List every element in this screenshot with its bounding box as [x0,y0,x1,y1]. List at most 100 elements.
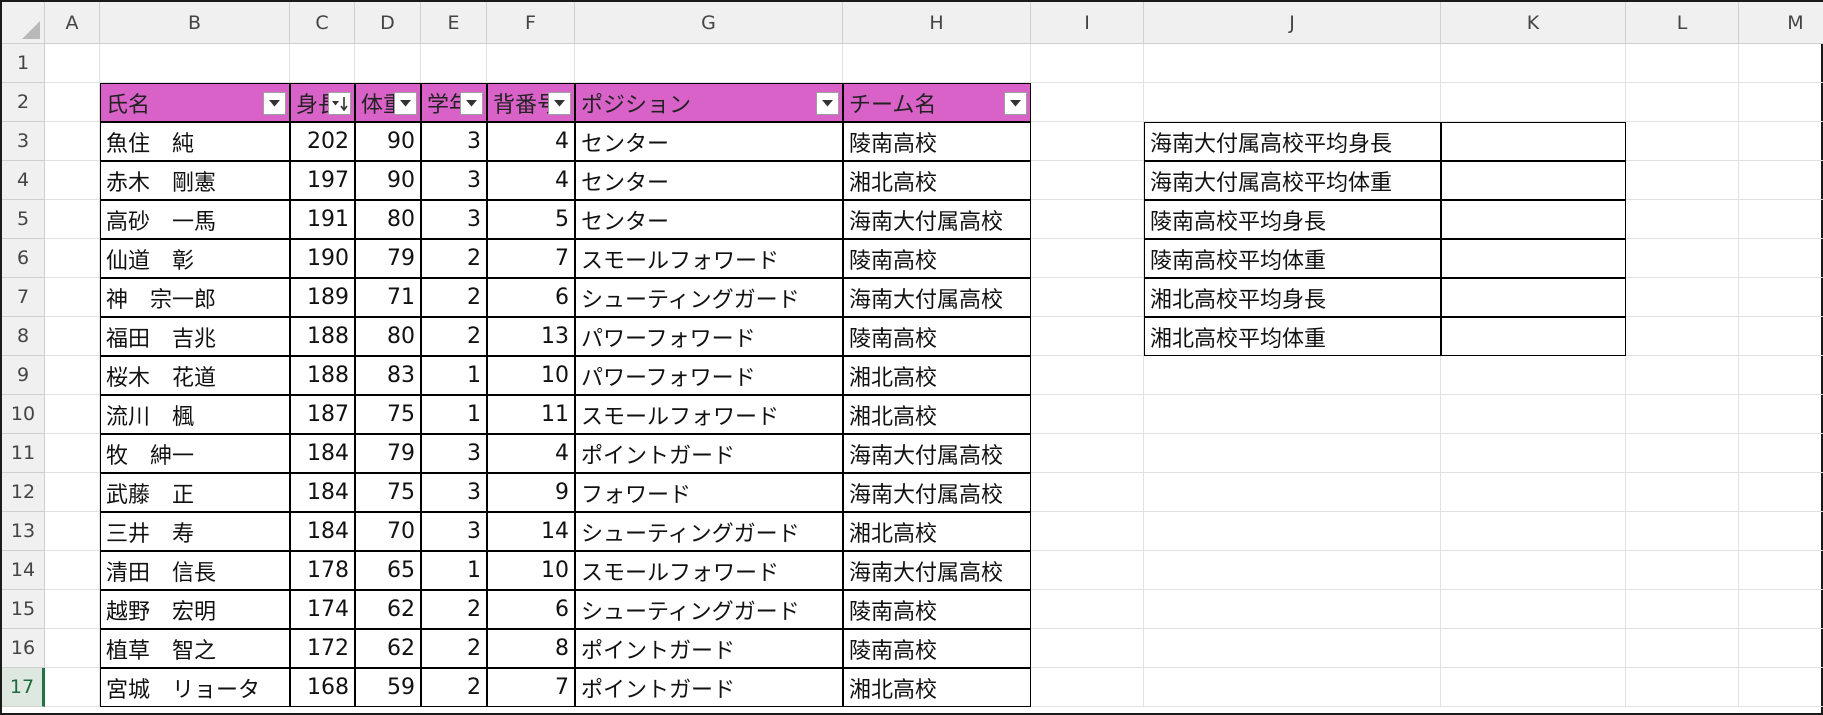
grid-cell[interactable] [1739,44,1823,83]
table-cell[interactable]: 6 [487,278,575,317]
table-cell[interactable]: 2 [421,629,487,668]
table-cell[interactable]: 10 [487,356,575,395]
table-cell[interactable]: 189 [290,278,355,317]
table-cell[interactable]: 14 [487,512,575,551]
table-cell[interactable]: 80 [355,317,421,356]
grid-cell[interactable] [1739,122,1823,161]
grid-cell[interactable] [1031,83,1144,122]
table-cell[interactable]: 3 [421,122,487,161]
summary-value-cell[interactable] [1441,161,1626,200]
table-cell[interactable]: 6 [487,590,575,629]
grid-cell[interactable] [1739,551,1823,590]
row-header-6[interactable]: 6 [2,239,45,278]
grid-cell[interactable] [1441,473,1626,512]
summary-label-cell[interactable]: 海南大付属高校平均体重 [1144,161,1441,200]
table-cell[interactable]: パワーフォワード [575,317,843,356]
filter-dropdown-icon[interactable] [394,92,417,115]
grid-cell[interactable] [1626,395,1739,434]
grid-cell[interactable] [1626,434,1739,473]
grid-cell[interactable] [1626,473,1739,512]
grid-cell[interactable] [1739,668,1823,707]
table-cell[interactable]: 4 [487,122,575,161]
grid-cell[interactable] [45,590,100,629]
table-cell[interactable]: 2 [421,278,487,317]
table-header-cell[interactable]: 学年 [421,83,487,122]
table-cell[interactable]: 海南大付属高校 [843,200,1031,239]
grid-cell[interactable] [100,44,290,83]
grid-cell[interactable] [1441,590,1626,629]
table-cell[interactable]: スモールフォワード [575,551,843,590]
grid-cell[interactable] [1441,434,1626,473]
row-header-13[interactable]: 13 [2,512,45,551]
grid-cell[interactable] [45,278,100,317]
grid-cell[interactable] [843,44,1031,83]
row-header-7[interactable]: 7 [2,278,45,317]
table-cell[interactable]: 79 [355,434,421,473]
table-cell[interactable]: フォワード [575,473,843,512]
grid-cell[interactable] [1441,668,1626,707]
table-cell[interactable]: 赤木 剛憲 [100,161,290,200]
grid-cell[interactable] [1626,122,1739,161]
filter-dropdown-icon[interactable] [816,92,839,115]
table-cell[interactable]: 62 [355,629,421,668]
table-cell[interactable]: 172 [290,629,355,668]
table-cell[interactable]: 79 [355,239,421,278]
grid-cell[interactable] [1739,473,1823,512]
row-header-16[interactable]: 16 [2,629,45,668]
table-cell[interactable]: 海南大付属高校 [843,551,1031,590]
column-header-h[interactable]: H [843,2,1031,44]
row-header-3[interactable]: 3 [2,122,45,161]
grid-cell[interactable] [1031,668,1144,707]
table-cell[interactable]: 1 [421,395,487,434]
row-header-9[interactable]: 9 [2,356,45,395]
grid-cell[interactable] [1739,239,1823,278]
table-cell[interactable]: 62 [355,590,421,629]
table-header-cell[interactable]: ポジション [575,83,843,122]
column-header-k[interactable]: K [1441,2,1626,44]
grid-cell[interactable] [1031,317,1144,356]
grid-cell[interactable] [1626,278,1739,317]
table-cell[interactable]: 8 [487,629,575,668]
grid-cell[interactable] [45,239,100,278]
filter-dropdown-icon[interactable] [548,92,571,115]
column-header-i[interactable]: I [1031,2,1144,44]
grid-cell[interactable] [1031,590,1144,629]
table-cell[interactable]: 陵南高校 [843,239,1031,278]
grid-cell[interactable] [1626,512,1739,551]
grid-cell[interactable] [1739,356,1823,395]
table-cell[interactable]: 海南大付属高校 [843,473,1031,512]
row-header-15[interactable]: 15 [2,590,45,629]
table-cell[interactable]: 5 [487,200,575,239]
grid-cell[interactable] [1144,356,1441,395]
grid-cell[interactable] [45,356,100,395]
grid-cell[interactable] [45,629,100,668]
grid-cell[interactable] [1031,278,1144,317]
grid-cell[interactable] [1441,629,1626,668]
table-cell[interactable]: 湘北高校 [843,512,1031,551]
table-cell[interactable]: 59 [355,668,421,707]
table-cell[interactable]: 湘北高校 [843,395,1031,434]
sort-descending-icon[interactable] [328,92,351,115]
table-cell[interactable]: シューティングガード [575,278,843,317]
table-header-cell[interactable]: チーム名 [843,83,1031,122]
table-cell[interactable]: 71 [355,278,421,317]
table-cell[interactable]: センター [575,200,843,239]
table-cell[interactable]: 10 [487,551,575,590]
table-cell[interactable]: 宮城 リョータ [100,668,290,707]
table-cell[interactable]: 魚住 純 [100,122,290,161]
table-cell[interactable]: センター [575,122,843,161]
grid-cell[interactable] [1626,317,1739,356]
summary-value-cell[interactable] [1441,200,1626,239]
grid-cell[interactable] [355,44,421,83]
table-cell[interactable]: 7 [487,239,575,278]
grid-cell[interactable] [1626,356,1739,395]
table-cell[interactable]: 海南大付属高校 [843,278,1031,317]
column-header-c[interactable]: C [290,2,355,44]
filter-dropdown-icon[interactable] [263,92,286,115]
grid-cell[interactable] [45,434,100,473]
table-cell[interactable]: 神 宗一郎 [100,278,290,317]
grid-cell[interactable] [1441,356,1626,395]
table-cell[interactable]: 陵南高校 [843,122,1031,161]
table-cell[interactable]: 1 [421,551,487,590]
table-cell[interactable]: 2 [421,668,487,707]
